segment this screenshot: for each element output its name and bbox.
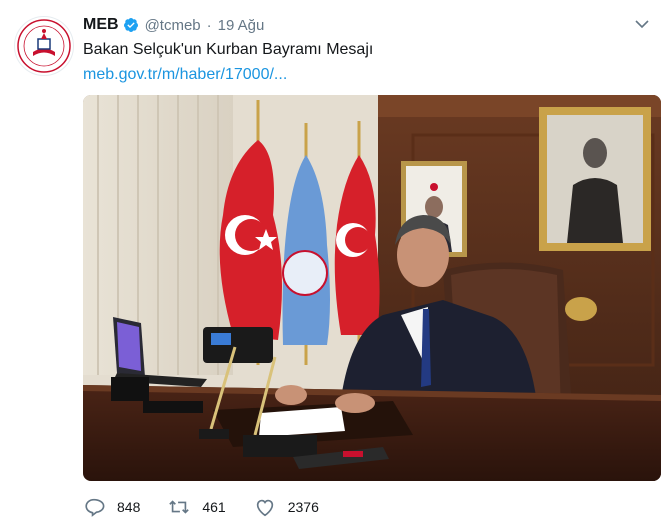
reply-count: 848	[117, 499, 141, 515]
separator-dot: ·	[206, 16, 212, 34]
author-handle[interactable]: @tcmeb	[145, 17, 201, 34]
meb-logo-icon	[17, 19, 71, 73]
verified-badge-icon	[123, 18, 138, 32]
retweet-count: 461	[202, 499, 226, 515]
tweet-date[interactable]: 19 Ağu	[218, 17, 265, 34]
avatar[interactable]	[14, 16, 74, 76]
tweet-link[interactable]: meb.gov.tr/m/haber/17000/...	[83, 66, 287, 84]
photo-scene	[83, 95, 661, 481]
tweet-photo[interactable]	[83, 95, 661, 481]
chevron-down-icon[interactable]	[634, 16, 650, 32]
like-button[interactable]: 2376	[254, 496, 319, 518]
tweet-actions: 848 461 2376	[83, 496, 347, 518]
reply-button[interactable]: 848	[83, 496, 140, 518]
retweet-icon	[169, 500, 190, 514]
like-count: 2376	[287, 499, 319, 515]
tweet-header: MEB @tcmeb · 19 Ağu	[83, 14, 650, 36]
reply-icon	[85, 498, 105, 517]
heart-icon	[256, 499, 273, 517]
tweet-text: Bakan Selçuk'un Kurban Bayramı Mesajı	[83, 41, 374, 58]
retweet-button[interactable]: 461	[168, 496, 226, 518]
author-name[interactable]: MEB	[83, 16, 119, 34]
